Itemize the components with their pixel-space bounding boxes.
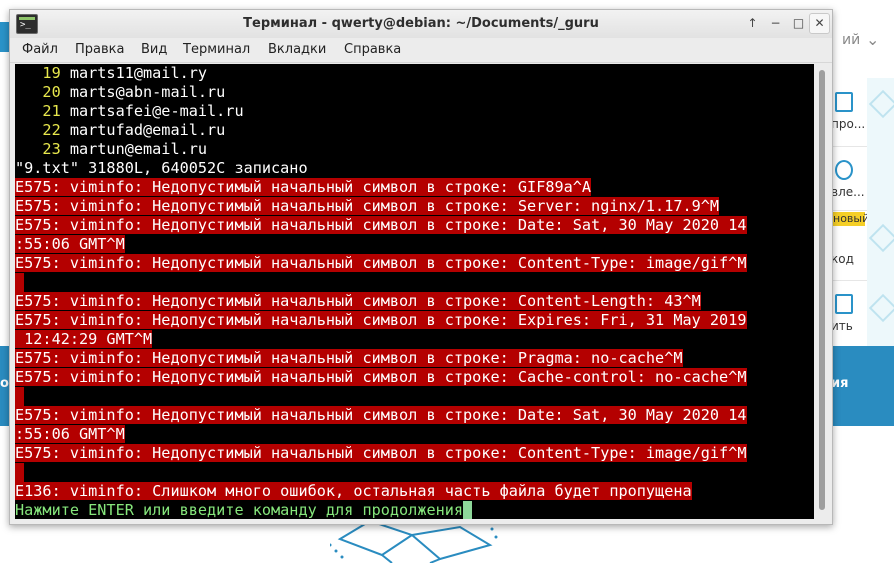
error-message: E575: viminfo: Недопустимый начальный си… [15, 254, 747, 272]
line-text: martsafei@e-mail.ru [60, 102, 244, 120]
terminal-line: E575: viminfo: Недопустимый начальный си… [15, 292, 701, 311]
line-text: marts11@mail.ry [60, 64, 208, 82]
terminal-line: E575: viminfo: Недопустимый начальный си… [15, 311, 747, 330]
error-message: E575: viminfo: Недопустимый начальный си… [15, 406, 747, 424]
close-button[interactable]: ✕ [809, 13, 830, 34]
terminal-output[interactable]: 19 marts11@mail.ry 20 marts@abn-mail.ru … [15, 64, 814, 519]
terminal-line: E575: viminfo: Недопустимый начальный си… [15, 178, 592, 197]
terminal-line: 20 marts@abn-mail.ru [15, 83, 225, 102]
terminal-line: 23 martun@email.ru [15, 140, 207, 159]
terminal-line: E575: viminfo: Недопустимый начальный си… [15, 368, 747, 387]
line-number: 19 [15, 64, 61, 82]
terminal-line: E575: viminfo: Недопустимый начальный си… [15, 444, 747, 463]
new-badge: новый [832, 212, 870, 226]
minimize-button[interactable]: − [765, 13, 786, 34]
terminal-line: Нажмите ENTER или введите команду для пр… [15, 501, 473, 519]
terminal-line: 12:42:29 GMT^M [15, 330, 153, 349]
line-text: martufad@email.ru [60, 121, 226, 139]
error-blank-cell [15, 273, 24, 292]
menu-file[interactable]: Файл [22, 42, 58, 57]
terminal-line: E575: viminfo: Недопустимый начальный си… [15, 349, 683, 368]
menu-bar: Файл Правка Вид Терминал Вкладки Справка [10, 38, 832, 63]
terminal-line: 22 martufad@email.ru [15, 121, 225, 140]
background-sidebar-label: ить [831, 319, 853, 333]
error-message: E575: viminfo: Недопустимый начальный си… [15, 197, 720, 215]
line-text: martun@email.ru [60, 140, 208, 158]
terminal-line: 19 marts11@mail.ry [15, 64, 207, 83]
terminal-line: E136: viminfo: Слишком много ошибок, ост… [15, 482, 692, 501]
background-sidebar-label: вле... [831, 185, 865, 199]
menu-help[interactable]: Справка [344, 42, 401, 57]
menu-tabs[interactable]: Вкладки [268, 42, 326, 57]
error-blank-cell [15, 463, 24, 482]
error-message: E575: viminfo: Недопустимый начальный си… [15, 311, 747, 329]
error-message: E575: viminfo: Недопустимый начальный си… [15, 444, 747, 462]
error-message: :55:06 GMT^M [15, 235, 125, 253]
diamond-icon [868, 223, 894, 253]
chevron-down-icon[interactable]: ⌄ [866, 30, 879, 49]
maximize-button[interactable]: □ [788, 13, 809, 34]
error-message: E136: viminfo: Слишком много ошибок, ост… [15, 482, 692, 500]
continue-prompt: Нажмите ENTER или введите команду для пр… [15, 501, 464, 519]
error-blank-cell [15, 387, 24, 406]
line-number: 21 [15, 102, 61, 120]
error-message: E575: viminfo: Недопустимый начальный си… [15, 292, 701, 310]
error-message: E575: viminfo: Недопустимый начальный си… [15, 349, 683, 367]
background-banner-text: ия [831, 376, 849, 391]
text-cursor [463, 501, 473, 519]
clock-icon [835, 160, 853, 180]
line-number: 23 [15, 140, 61, 158]
menu-edit[interactable]: Правка [75, 42, 124, 57]
menu-view[interactable]: Вид [141, 42, 167, 57]
terminal-line: E575: viminfo: Недопустимый начальный си… [15, 197, 720, 216]
line-text: marts@abn-mail.ru [60, 83, 226, 101]
terminal-scrollbar[interactable] [816, 64, 828, 519]
diamond-icon [868, 89, 894, 119]
error-message: E575: viminfo: Недопустимый начальный си… [15, 216, 747, 234]
terminal-line: "9.txt" 31880L, 640052C записано [15, 159, 308, 178]
background-sidebar-card[interactable]: вле... [831, 146, 867, 211]
error-message: E575: viminfo: Недопустимый начальный си… [15, 178, 592, 196]
terminal-line: :55:06 GMT^M [15, 235, 125, 254]
menu-terminal[interactable]: Терминал [183, 42, 250, 57]
scrollbar-thumb[interactable] [819, 70, 825, 510]
terminal-line: E575: viminfo: Недопустимый начальный си… [15, 254, 747, 273]
window-titlebar[interactable]: Терминал - qwerty@debian: ~/Documents/_g… [10, 10, 832, 38]
background-sidebar-card[interactable]: ить [831, 280, 867, 346]
background-sidebar-label: код [831, 252, 854, 266]
background-decoration [867, 78, 894, 346]
cart-icon [835, 294, 853, 314]
terminal-line: E575: viminfo: Недопустимый начальный си… [15, 406, 747, 425]
terminal-line [15, 273, 24, 292]
background-sidebar-card[interactable]: про... [831, 78, 867, 147]
background-sidebar-label: про... [831, 117, 866, 131]
diamond-icon [868, 293, 894, 323]
background-language-label[interactable]: ий [842, 32, 860, 48]
document-icon [835, 92, 853, 112]
terminal-line: :55:06 GMT^M [15, 425, 125, 444]
background-sidebar-card[interactable]: код [831, 228, 867, 281]
error-message: 12:42:29 GMT^M [15, 330, 153, 348]
terminal-line: E575: viminfo: Недопустимый начальный си… [15, 216, 747, 235]
terminal-line [15, 463, 24, 482]
keep-above-button[interactable]: ↑ [742, 13, 763, 34]
line-number: 20 [15, 83, 61, 101]
terminal-window: Терминал - qwerty@debian: ~/Documents/_g… [9, 9, 833, 525]
error-message: E575: viminfo: Недопустимый начальный си… [15, 368, 747, 386]
line-number: 22 [15, 121, 61, 139]
status-message: "9.txt" 31880L, 640052C записано [15, 159, 308, 177]
error-message: :55:06 GMT^M [15, 425, 125, 443]
window-title: Терминал - qwerty@debian: ~/Documents/_g… [243, 16, 599, 31]
terminal-line: 21 martsafei@e-mail.ru [15, 102, 244, 121]
terminal-line [15, 387, 24, 406]
